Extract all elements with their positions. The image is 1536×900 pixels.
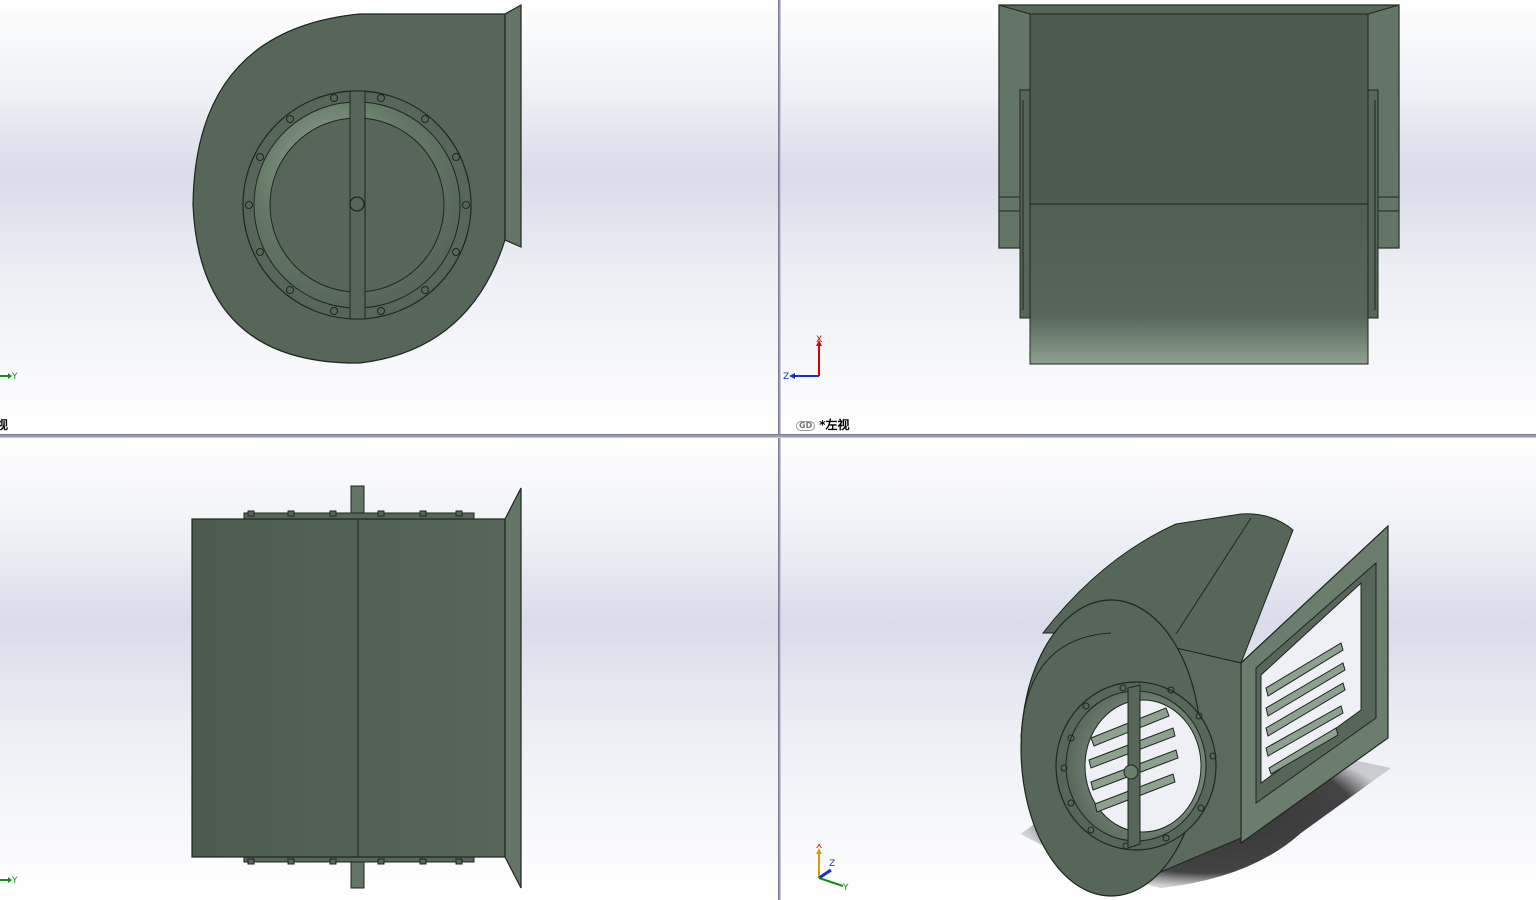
outlet-flange — [504, 3, 522, 248]
axis-triad: X Z — [783, 335, 822, 382]
viewport-isometric[interactable]: X Z Y — [781, 438, 1536, 900]
view-label-top-left: 视 — [0, 418, 9, 432]
housing-upper — [1029, 13, 1369, 205]
isometric-view-model[interactable] — [781, 438, 1536, 900]
viewport-splitter-horizontal[interactable] — [0, 434, 1536, 438]
outlet-flange — [504, 487, 522, 889]
viewport-splitter-vertical[interactable] — [778, 0, 781, 900]
shaft-hub — [349, 196, 365, 212]
left-view-model[interactable] — [781, 0, 1536, 434]
shaft-top — [350, 485, 365, 517]
front-view-model[interactable] — [0, 0, 778, 434]
axis-x-label: X — [816, 335, 822, 345]
top-view-model[interactable] — [0, 438, 778, 900]
axis-y-label: Y — [842, 883, 849, 893]
view-name: *左视 — [819, 418, 850, 432]
axis-triad: Y — [0, 372, 18, 382]
axis-triad: Y — [0, 876, 18, 886]
link-icon: GD — [796, 420, 816, 431]
shaft-hub — [1123, 764, 1139, 780]
housing-body — [191, 518, 506, 858]
axis-triad: X Z Y — [816, 844, 849, 893]
axis-y-label: Y — [11, 372, 18, 382]
axis-z-label: Z — [783, 372, 789, 382]
viewport-left[interactable]: X Z GD *左视 — [781, 0, 1536, 434]
axis-x-label: X — [816, 844, 822, 851]
housing-lower — [1029, 203, 1369, 365]
axis-z-label: Z — [829, 859, 835, 869]
viewport-top[interactable]: Y — [0, 438, 778, 900]
viewport-front[interactable]: Y 视 — [0, 0, 778, 434]
axis-y-label: Y — [11, 876, 18, 886]
view-label-top-right: GD *左视 — [796, 416, 850, 433]
